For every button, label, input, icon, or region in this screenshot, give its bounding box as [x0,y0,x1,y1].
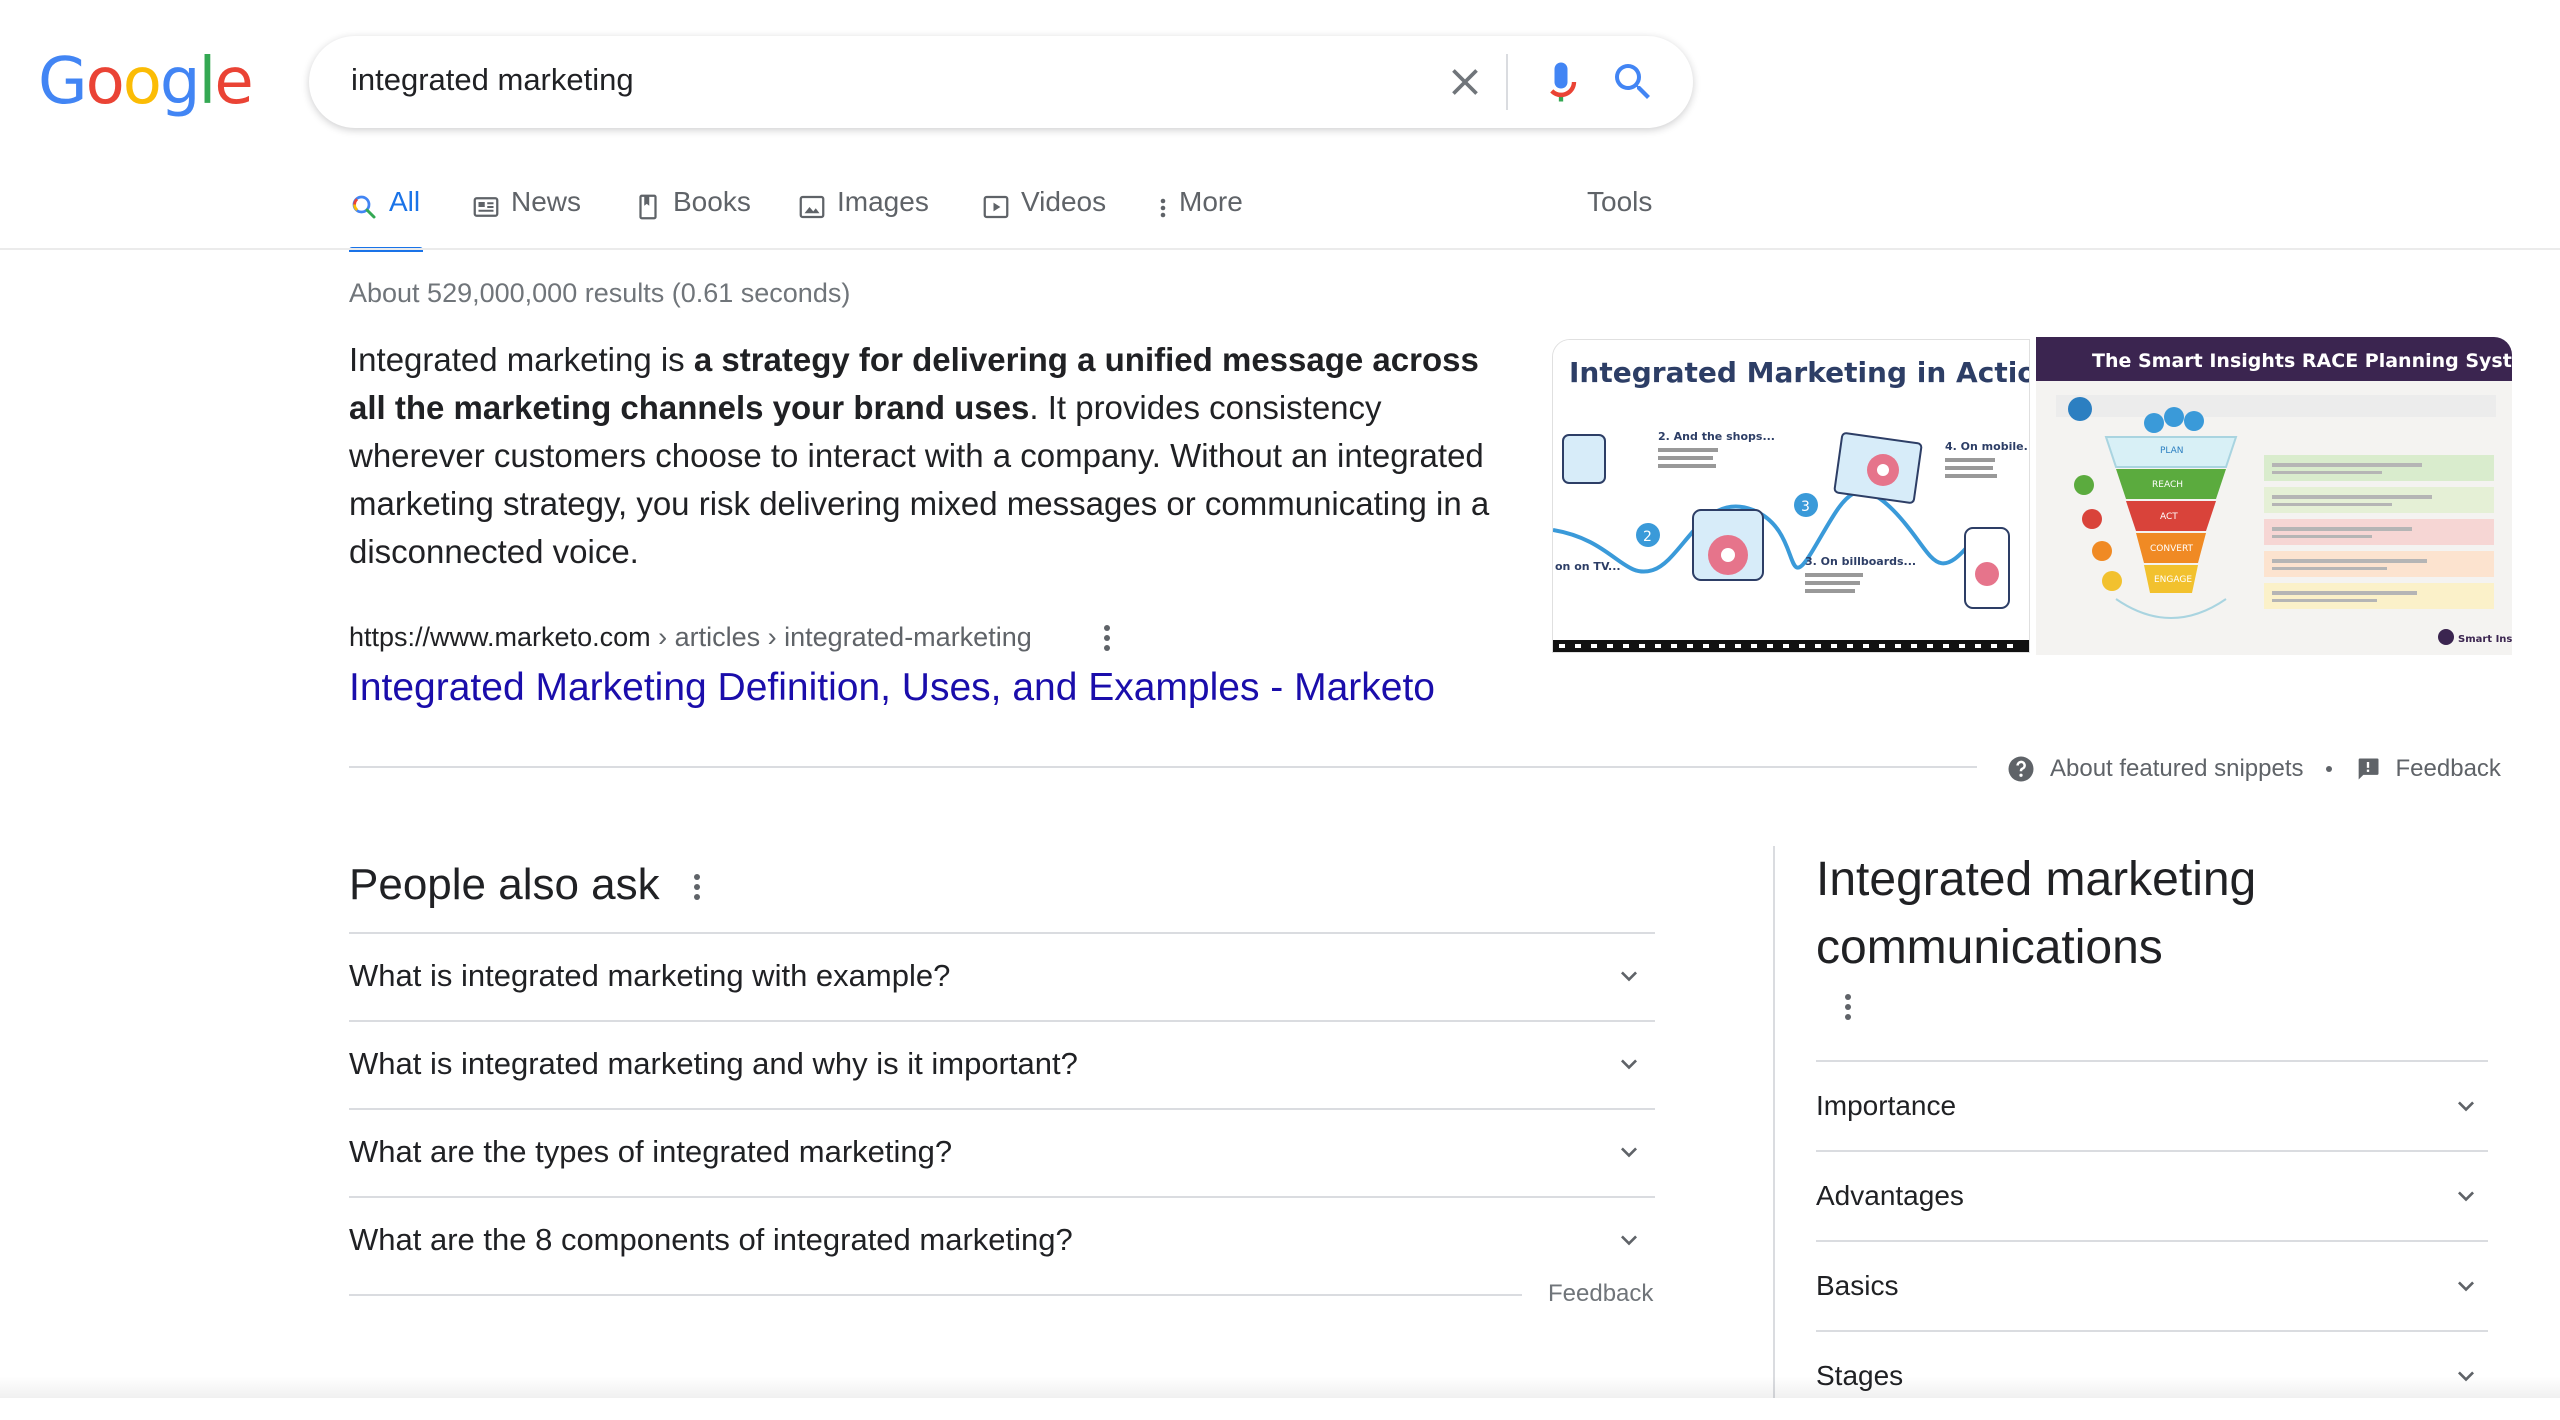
logo-letter: o [122,45,162,119]
tab-label: All [389,186,421,217]
image-step: on on TV... [1555,560,1621,573]
funnel-stage: CONVERT [2150,544,2194,554]
logo-letter: g [159,45,201,119]
result-stats: About 529,000,000 results (0.61 seconds) [349,278,851,308]
feedback-icon[interactable] [2354,755,2382,783]
chevron-down-icon [1613,1048,1645,1080]
image-title: Integrated Marketing in Action [1569,356,2029,389]
tab-news[interactable]: News [471,186,581,252]
tabs-divider [0,248,2560,250]
paa-question-text: What is integrated marketing with exampl… [349,958,951,993]
more-vert-icon [1157,192,1169,222]
image-brand: Smart Insights [2458,634,2512,645]
image-step: 2. And the shops... [1658,430,1775,443]
chevron-down-icon [1613,1224,1645,1256]
image-step: 4. On mobile. [1945,440,2028,453]
knowledge-panel-title: Integrated marketing communications [1816,853,2257,974]
paa-question[interactable]: What is integrated marketing and why is … [349,1020,1655,1108]
result-url[interactable]: https://www.marketo.com › articles › int… [349,622,1032,653]
snippet-footer: About featured snippets Feedback [2006,752,2501,786]
clear-icon[interactable] [1443,60,1487,104]
featured-snippet-text: Integrated marketing is a strategy for d… [349,336,1509,576]
panel-item[interactable]: Basics [1816,1240,2488,1330]
result-breadcrumb: › articles › integrated-marketing [650,622,1032,652]
search-icon [349,192,379,222]
tab-label: Books [673,186,751,217]
funnel-stage: PLAN [2160,446,2184,456]
paa-divider [349,1294,1522,1296]
help-icon[interactable] [2006,754,2036,784]
knowledge-panel-list: Importance Advantages Basics Stages [1816,1060,2488,1420]
tab-books[interactable]: Books [633,186,751,252]
panel-item-label: Importance [1816,1090,1957,1121]
image-icon [797,192,827,222]
tab-label: Videos [1021,186,1107,217]
search-input[interactable]: integrated marketing [351,62,634,98]
search-bar[interactable]: integrated marketing [309,36,1693,128]
paa-question[interactable]: What are the types of integrated marketi… [349,1108,1655,1196]
logo-letter: o [85,45,125,119]
funnel-stage: REACH [2152,480,2183,490]
svg-text:2: 2 [1643,529,1652,545]
chevron-down-icon [2450,1180,2482,1212]
funnel-stage: ENGAGE [2154,575,2192,585]
logo-letter: l [198,45,217,119]
paa-question-text: What are the 8 components of integrated … [349,1222,1073,1257]
result-domain: https://www.marketo.com [349,622,651,652]
about-featured-snippets-link[interactable]: About featured snippets [2050,755,2304,783]
funnel-stage: ACT [2160,512,2178,522]
snippet-text-start: Integrated marketing is [349,341,694,378]
video-icon [981,192,1011,222]
panel-item[interactable]: Importance [1816,1060,2488,1150]
news-icon [471,192,501,222]
search-divider [1506,54,1508,110]
snippet-image-integrated-marketing[interactable]: Integrated Marketing in Action 2 3 2. An… [1552,339,2030,653]
chevron-down-icon [1613,960,1645,992]
tab-label: News [511,186,582,217]
logo-letter: G [38,45,88,119]
paa-question[interactable]: What are the 8 components of integrated … [349,1196,1655,1284]
people-also-ask-list: What is integrated marketing with exampl… [349,932,1655,1284]
panel-divider [1773,846,1775,1398]
image-title: The Smart Insights RACE Planning System [2092,350,2512,372]
google-logo[interactable]: Google [38,45,254,119]
logo-letter: e [214,45,253,119]
image-step: 3. On billboards... [1805,555,1916,568]
tab-more[interactable]: More [1157,186,1243,252]
tab-images[interactable]: Images [797,186,929,252]
panel-item[interactable]: Advantages [1816,1150,2488,1240]
panel-item[interactable]: Stages [1816,1330,2488,1420]
tools-button[interactable]: Tools [1587,186,1652,252]
snippet-image-race-planning[interactable]: The Smart Insights RACE Planning System … [2036,337,2512,655]
tools-label: Tools [1587,186,1653,217]
search-icon[interactable] [1609,58,1657,106]
chevron-down-icon [1613,1136,1645,1168]
panel-item-label: Advantages [1816,1180,1964,1211]
panel-item-label: Basics [1816,1270,1899,1301]
paa-question[interactable]: What is integrated marketing with exampl… [349,932,1655,1020]
separator-dot [2325,766,2332,772]
tab-videos[interactable]: Videos [981,186,1106,252]
people-also-ask-heading: People also ask [349,860,660,909]
panel-more-options-icon[interactable] [1844,994,1852,1020]
snippet-feedback-link[interactable]: Feedback [2396,755,2501,783]
chevron-down-icon [2450,1090,2482,1122]
book-icon [633,192,663,222]
tab-label: Images [837,186,929,217]
bottom-shadow [0,1376,2560,1398]
chevron-down-icon [2450,1270,2482,1302]
snippet-divider [349,766,1977,768]
svg-text:3: 3 [1801,499,1810,515]
microphone-icon[interactable] [1535,56,1587,108]
result-title-link[interactable]: Integrated Marketing Definition, Uses, a… [349,666,1435,710]
paa-question-text: What are the types of integrated marketi… [349,1134,953,1169]
tab-label: More [1179,186,1243,217]
paa-feedback-link[interactable]: Feedback [1548,1280,1653,1308]
tab-all[interactable]: All [349,186,423,252]
paa-more-options-icon[interactable] [693,874,701,900]
paa-question-text: What is integrated marketing and why is … [349,1046,1078,1081]
result-more-options-icon[interactable] [1103,625,1111,651]
